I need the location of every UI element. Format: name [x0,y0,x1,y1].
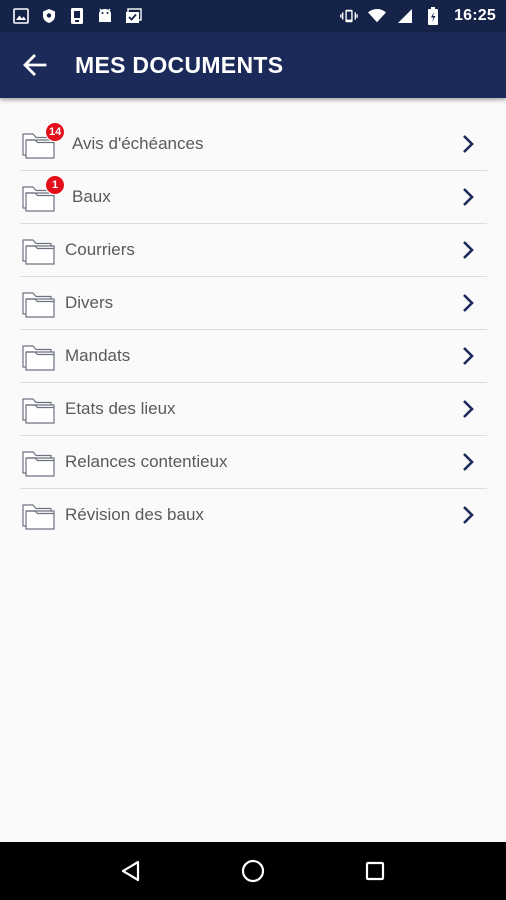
folder-icon [21,341,57,373]
folder-row[interactable]: 1 Baux [20,171,487,224]
phone-icon [68,7,86,25]
unread-count-badge: 14 [45,122,66,142]
folder-label: Baux [72,187,111,206]
back-button[interactable] [21,51,49,79]
folder-icon [21,394,57,426]
chevron-right-icon [463,400,474,418]
folder-label: Avis d'échéances [72,134,204,153]
checklist-icon [124,7,142,25]
folder-icon [21,288,57,320]
folder-row[interactable]: Relances contentieux [20,436,487,489]
shield-icon [40,7,58,25]
folder-label: Etats des lieux [65,399,176,418]
android-icon [96,7,114,25]
folder-row[interactable]: 14 Avis d'échéances [20,118,487,171]
chevron-right-icon [463,294,474,312]
folder-icon [21,500,57,532]
chevron-right-icon [463,347,474,365]
app-bar: MES DOCUMENTS [0,32,506,98]
home-circle-icon [241,859,265,883]
chevron-right-icon [463,241,474,259]
folder-row[interactable]: Courriers [20,224,487,277]
status-bar: 16:25 [0,0,506,32]
recents-square-icon [365,861,385,881]
signal-icon [396,7,414,25]
nav-back-button[interactable] [116,856,146,886]
clock: 16:25 [454,7,496,24]
back-triangle-icon [121,860,140,882]
folder-label: Révision des baux [65,505,204,524]
chevron-right-icon [463,506,474,524]
image-icon [12,7,30,25]
folder-label: Mandats [65,346,131,365]
nav-home-button[interactable] [238,856,268,886]
folder-icon: 1 [21,175,65,214]
folder-row[interactable]: Révision des baux [20,489,487,541]
folder-row[interactable]: Divers [20,277,487,330]
navigation-bar [0,842,506,900]
battery-icon [424,7,442,25]
folder-label: Divers [65,293,114,312]
wifi-icon [368,7,387,25]
page-title: MES DOCUMENTS [75,51,284,78]
folder-icon: 14 [21,122,66,161]
unread-count-badge: 1 [45,175,65,195]
notification-icons [12,7,142,25]
folder-icon [21,235,57,267]
folder-row[interactable]: Mandats [20,330,487,383]
folder-icon [21,447,57,479]
folder-row[interactable]: Etats des lieux [20,383,487,436]
chevron-right-icon [463,135,474,153]
arrow-left-icon [23,54,47,76]
vibrate-icon [340,7,358,25]
folder-label: Relances contentieux [65,452,228,471]
system-icons: 16:25 [340,7,496,25]
folder-label: Courriers [65,240,135,259]
nav-recents-button[interactable] [360,856,390,886]
chevron-right-icon [463,188,474,206]
chevron-right-icon [463,453,474,471]
document-folder-list: 14 Avis d'échéances 1 Baux Courriers Divers Ma… [20,118,487,541]
